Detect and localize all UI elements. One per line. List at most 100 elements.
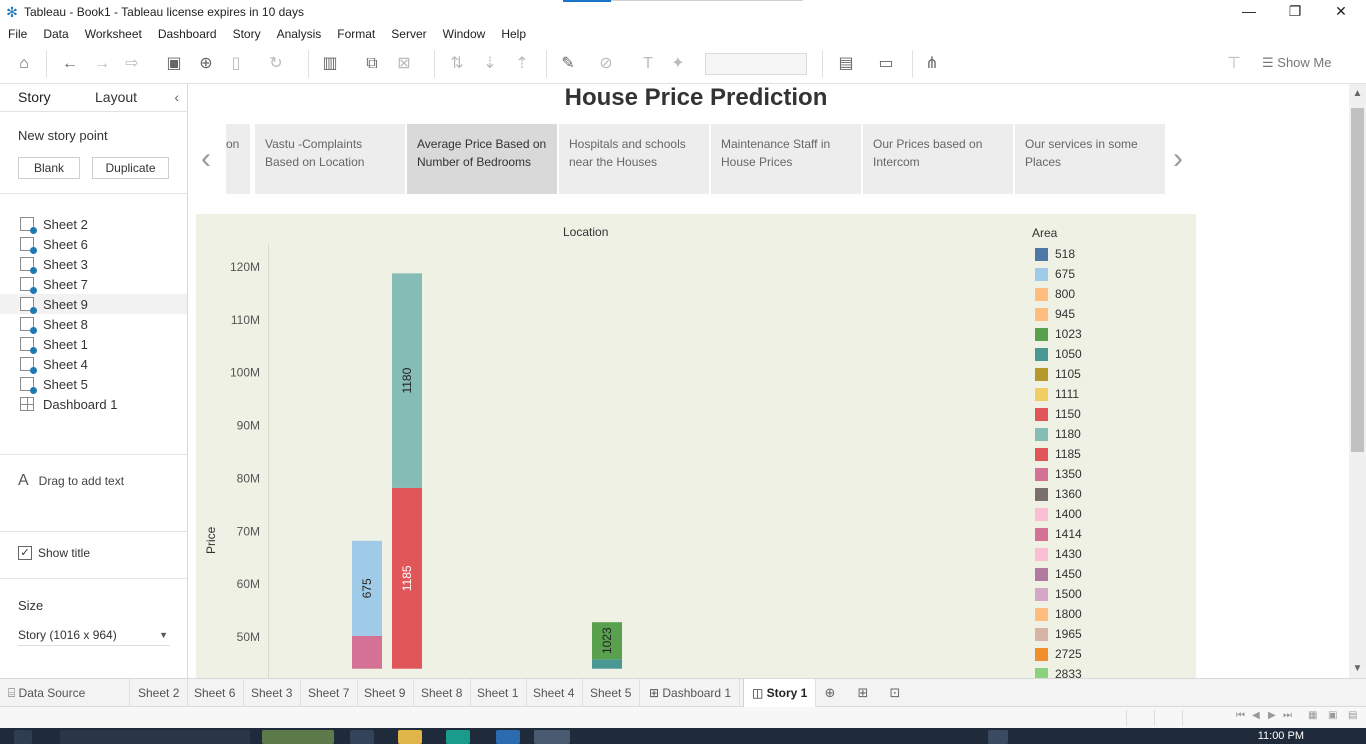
bar-segment[interactable]	[592, 659, 622, 669]
home-icon[interactable]: ⌂	[14, 54, 34, 74]
scroll-down-icon[interactable]: ▼	[1349, 663, 1366, 674]
share-icon[interactable]: ⋔	[922, 54, 942, 74]
refresh-icon[interactable]: ↻	[266, 54, 286, 74]
previous-story-point-icon[interactable]: ‹	[201, 142, 211, 176]
legend-item[interactable]: 1450	[1032, 564, 1192, 584]
menu-analysis[interactable]: Analysis	[277, 27, 322, 41]
sheet-list-item[interactable]: Sheet 2	[0, 214, 187, 234]
duplicate-button[interactable]: Duplicate	[92, 157, 169, 179]
show-mark-labels-icon[interactable]: T	[638, 54, 658, 74]
paint-icon[interactable]: ⊤	[1224, 54, 1244, 74]
story-size-select[interactable]: Story (1016 x 964) ▼	[18, 628, 170, 646]
swap-rows-columns-icon[interactable]: ⇅	[447, 54, 467, 74]
duplicate-sheet-icon[interactable]: ⧉	[362, 54, 382, 74]
sort-ascending-icon[interactable]: ⇣	[480, 54, 500, 74]
sheet-tab[interactable]: Sheet 7	[300, 679, 359, 707]
minimize-button[interactable]: —	[1226, 0, 1272, 24]
tableau-taskbar-icon[interactable]	[534, 730, 570, 744]
story-point-tab[interactable]: Maintenance Staff in House Prices	[711, 124, 861, 194]
legend-item[interactable]: 2833	[1032, 664, 1192, 678]
redo-icon[interactable]: →	[92, 54, 112, 74]
sheet-list-item[interactable]: Sheet 3	[0, 254, 187, 274]
menu-worksheet[interactable]: Worksheet	[85, 27, 142, 41]
sheet-tab[interactable]: Sheet 5	[582, 679, 641, 707]
legend-item[interactable]: 1360	[1032, 484, 1192, 504]
first-sheet-icon[interactable]: ⏮	[1236, 710, 1245, 721]
story-point-tab[interactable]: on	[226, 124, 250, 194]
scrollbar-thumb[interactable]	[1351, 108, 1364, 452]
menu-format[interactable]: Format	[337, 27, 375, 41]
restore-button[interactable]: ❐	[1272, 0, 1318, 24]
story-tab-active[interactable]: ◫ Story 1	[743, 679, 817, 707]
legend-item[interactable]: 945	[1032, 304, 1192, 324]
menu-dashboard[interactable]: Dashboard	[158, 27, 217, 41]
new-data-source-icon[interactable]: ⊕	[196, 54, 216, 74]
replay-icon[interactable]: ⇨	[122, 54, 142, 74]
show-filmstrip-icon[interactable]: ▦	[1308, 710, 1317, 721]
fix-axes-icon[interactable]: ✦	[668, 54, 688, 74]
legend-item[interactable]: 1965	[1032, 624, 1192, 644]
undo-icon[interactable]: ←	[60, 54, 80, 74]
sheet-tab[interactable]: Sheet 3	[243, 679, 302, 707]
new-dashboard-tab-icon[interactable]: ⊞	[855, 685, 871, 701]
taskbar-search-box[interactable]	[60, 730, 250, 744]
story-point-tab[interactable]: Vastu -Complaints Based on Location	[255, 124, 405, 194]
legend-item[interactable]: 1350	[1032, 464, 1192, 484]
sheet-list-item[interactable]: Sheet 4	[0, 354, 187, 374]
legend-item[interactable]: 518	[1032, 244, 1192, 264]
legend-item[interactable]: 1800	[1032, 604, 1192, 624]
group-members-icon[interactable]: ⊘	[596, 54, 616, 74]
legend-item[interactable]: 2725	[1032, 644, 1192, 664]
collapse-pane-icon[interactable]: ‹	[174, 89, 179, 105]
sheet-list-item[interactable]: Dashboard 1	[0, 394, 187, 414]
legend-item[interactable]: 1414	[1032, 524, 1192, 544]
last-sheet-icon[interactable]: ⏭	[1283, 710, 1292, 721]
show-me-button[interactable]: ☰ Show Me	[1262, 55, 1331, 71]
legend-item[interactable]: 1180	[1032, 424, 1192, 444]
menu-data[interactable]: Data	[43, 27, 68, 41]
sheet-list-item[interactable]: Sheet 8	[0, 314, 187, 334]
new-worksheet-tab-icon[interactable]: ⊕	[822, 685, 838, 701]
sheet-list-item[interactable]: Sheet 6	[0, 234, 187, 254]
legend-item[interactable]: 1150	[1032, 404, 1192, 424]
legend-item[interactable]: 1500	[1032, 584, 1192, 604]
data-source-tab[interactable]: ⌸ Data Source	[0, 679, 130, 707]
new-worksheet-icon[interactable]: ▥	[320, 54, 340, 74]
sheet-tab[interactable]: Sheet 1	[469, 679, 528, 707]
story-point-tab-active[interactable]: Average Price Based on Number of Bedroom…	[407, 124, 557, 194]
highlight-icon[interactable]: ✎	[558, 54, 578, 74]
bar-segment[interactable]	[352, 635, 382, 669]
sheet-list-item[interactable]: Sheet 9	[0, 294, 187, 314]
menu-file[interactable]: File	[8, 27, 27, 41]
presentation-mode-icon[interactable]: ▭	[876, 54, 896, 74]
save-icon[interactable]: ▣	[164, 54, 184, 74]
notification-icon[interactable]	[988, 730, 1008, 744]
next-sheet-icon[interactable]: ▶	[1268, 710, 1276, 721]
sheet-tab[interactable]: Sheet 4	[525, 679, 584, 707]
legend-item[interactable]: 800	[1032, 284, 1192, 304]
vertical-scrollbar[interactable]: ▲ ▼	[1349, 84, 1366, 678]
pause-updates-icon[interactable]: ▯	[226, 54, 246, 74]
blank-button[interactable]: Blank	[18, 157, 80, 179]
menu-help[interactable]: Help	[501, 27, 526, 41]
legend-item[interactable]: 1430	[1032, 544, 1192, 564]
sheet-list-item[interactable]: Sheet 1	[0, 334, 187, 354]
menu-window[interactable]: Window	[443, 27, 486, 41]
show-title-checkbox[interactable]: ✓ Show title	[18, 546, 90, 560]
start-button-icon[interactable]	[14, 730, 32, 744]
next-story-point-icon[interactable]: ›	[1173, 142, 1183, 176]
store-icon[interactable]	[496, 730, 520, 744]
tab-story[interactable]: Story	[18, 89, 51, 105]
story-point-tab[interactable]: Our Prices based on Intercom	[863, 124, 1013, 194]
edge-browser-icon[interactable]	[446, 730, 470, 744]
menu-story[interactable]: Story	[233, 27, 261, 41]
dashboard-tab[interactable]: ⊞ Dashboard 1	[641, 679, 741, 707]
scroll-up-icon[interactable]: ▲	[1349, 88, 1366, 99]
story-point-tab[interactable]: Our services in some Places	[1015, 124, 1165, 194]
sheet-tab[interactable]: Sheet 8	[413, 679, 472, 707]
clear-sheet-icon[interactable]: ⊠	[394, 54, 414, 74]
show-tabs-icon[interactable]: ▤	[1348, 710, 1357, 721]
legend-item[interactable]: 1185	[1032, 444, 1192, 464]
fit-dropdown[interactable]	[705, 53, 807, 75]
story-point-tab[interactable]: Hospitals and schools near the Houses	[559, 124, 709, 194]
